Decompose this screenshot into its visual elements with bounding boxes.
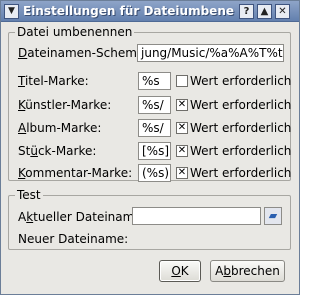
rename-group-title: Datei umbenennen	[15, 25, 135, 39]
album-tag-input[interactable]: %s/	[138, 119, 171, 137]
current-filename-input[interactable]	[132, 207, 261, 225]
album-required-checkbox[interactable]: ✕	[176, 122, 188, 134]
title-tag-input[interactable]: %s	[138, 72, 171, 90]
artist-tag-input[interactable]: %s/	[138, 96, 171, 114]
comment-tag-input[interactable]: (%s)	[138, 164, 171, 182]
ok-button[interactable]: OK	[159, 260, 201, 282]
settings-dialog: ▼ Einstellungen für Dateiumbenennung ? ▲…	[0, 0, 300, 295]
artist-required-checkbox[interactable]: ✕	[176, 99, 188, 111]
window-title: Einstellungen für Dateiumbenennung	[23, 4, 235, 18]
comment-required-checkbox[interactable]: ✕	[176, 167, 188, 179]
current-filename-label: Aktueller Dateiname:	[18, 210, 146, 224]
artist-tag-label: Künstler-Marke:	[18, 98, 112, 112]
title-required-checkbox[interactable]	[176, 75, 188, 87]
track-tag-input[interactable]: [%s]	[138, 142, 171, 160]
title-tag-label: Titel-Marke:	[18, 74, 89, 88]
test-group-title: Test	[15, 188, 43, 202]
track-tag-label: Stück-Marke:	[18, 144, 97, 158]
folder-open-icon[interactable]: ▰	[264, 207, 282, 225]
track-required-checkbox[interactable]: ✕	[176, 145, 188, 157]
cancel-button[interactable]: Abbrechen	[210, 260, 285, 282]
track-required-label: Wert erforderlich	[190, 144, 292, 158]
title-required-label: Wert erforderlich	[190, 74, 292, 88]
new-filename-label: Neuer Dateiname:	[18, 232, 129, 246]
comment-tag-label: Kommentar-Marke:	[18, 166, 133, 180]
comment-required-label: Wert erforderlich	[190, 166, 292, 180]
window-menu-icon[interactable]: ▼	[4, 4, 19, 19]
title-bar[interactable]: ▼ Einstellungen für Dateiumbenennung ? ▲…	[1, 1, 299, 22]
artist-required-label: Wert erforderlich	[190, 98, 292, 112]
maximize-icon[interactable]: ▲	[257, 4, 272, 19]
schema-label: Dateinamen-Schema:	[18, 46, 149, 60]
album-required-label: Wert erforderlich	[190, 121, 292, 135]
album-tag-label: Album-Marke:	[18, 121, 102, 135]
close-icon[interactable]: ✕	[275, 4, 290, 19]
help-icon[interactable]: ?	[239, 4, 254, 19]
schema-input[interactable]: jung/Music/%a%A%T%t%c	[137, 44, 284, 62]
